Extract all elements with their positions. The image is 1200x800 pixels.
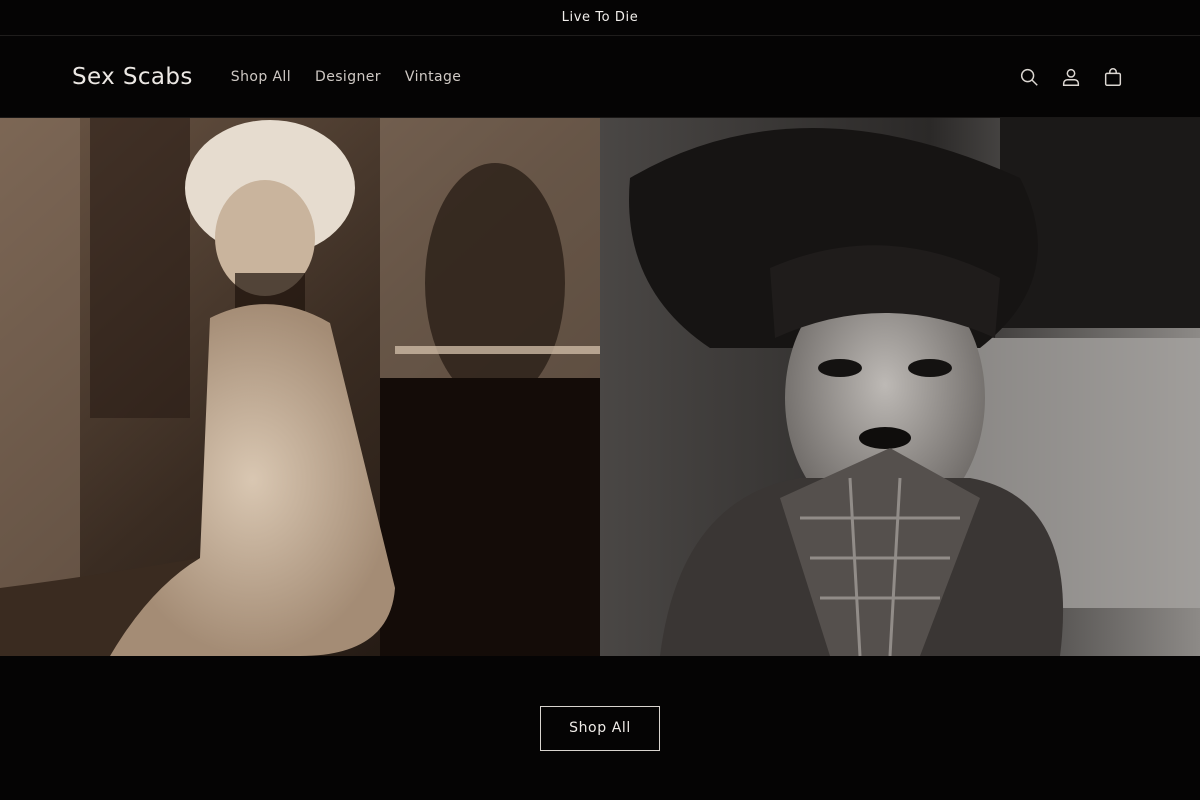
cta-section: Shop All bbox=[0, 656, 1200, 800]
shop-all-button[interactable]: Shop All bbox=[540, 705, 660, 751]
nav-item-designer[interactable]: Designer bbox=[303, 69, 393, 85]
search-icon bbox=[1020, 68, 1038, 86]
site-header: Sex Scabs Shop All Designer Vintage bbox=[0, 36, 1200, 118]
cart-button[interactable] bbox=[1096, 60, 1130, 94]
hero-images bbox=[0, 118, 1200, 656]
site-logo[interactable]: Sex Scabs bbox=[72, 64, 193, 90]
cart-icon bbox=[1104, 67, 1122, 86]
header-icons bbox=[1012, 60, 1130, 94]
main-nav: Shop All Designer Vintage bbox=[219, 69, 474, 85]
announcement-bar: Live To Die bbox=[0, 0, 1200, 36]
sepia-photo-image bbox=[0, 118, 600, 656]
hero-image-left[interactable] bbox=[0, 118, 600, 656]
nav-item-shop-all[interactable]: Shop All bbox=[219, 69, 303, 85]
announcement-text: Live To Die bbox=[561, 10, 639, 25]
account-icon bbox=[1062, 68, 1080, 86]
hero-image-right[interactable] bbox=[600, 118, 1200, 656]
nav-item-vintage[interactable]: Vintage bbox=[393, 69, 473, 85]
search-button[interactable] bbox=[1012, 60, 1046, 94]
account-button[interactable] bbox=[1054, 60, 1088, 94]
monochrome-photo-image bbox=[600, 118, 1200, 656]
